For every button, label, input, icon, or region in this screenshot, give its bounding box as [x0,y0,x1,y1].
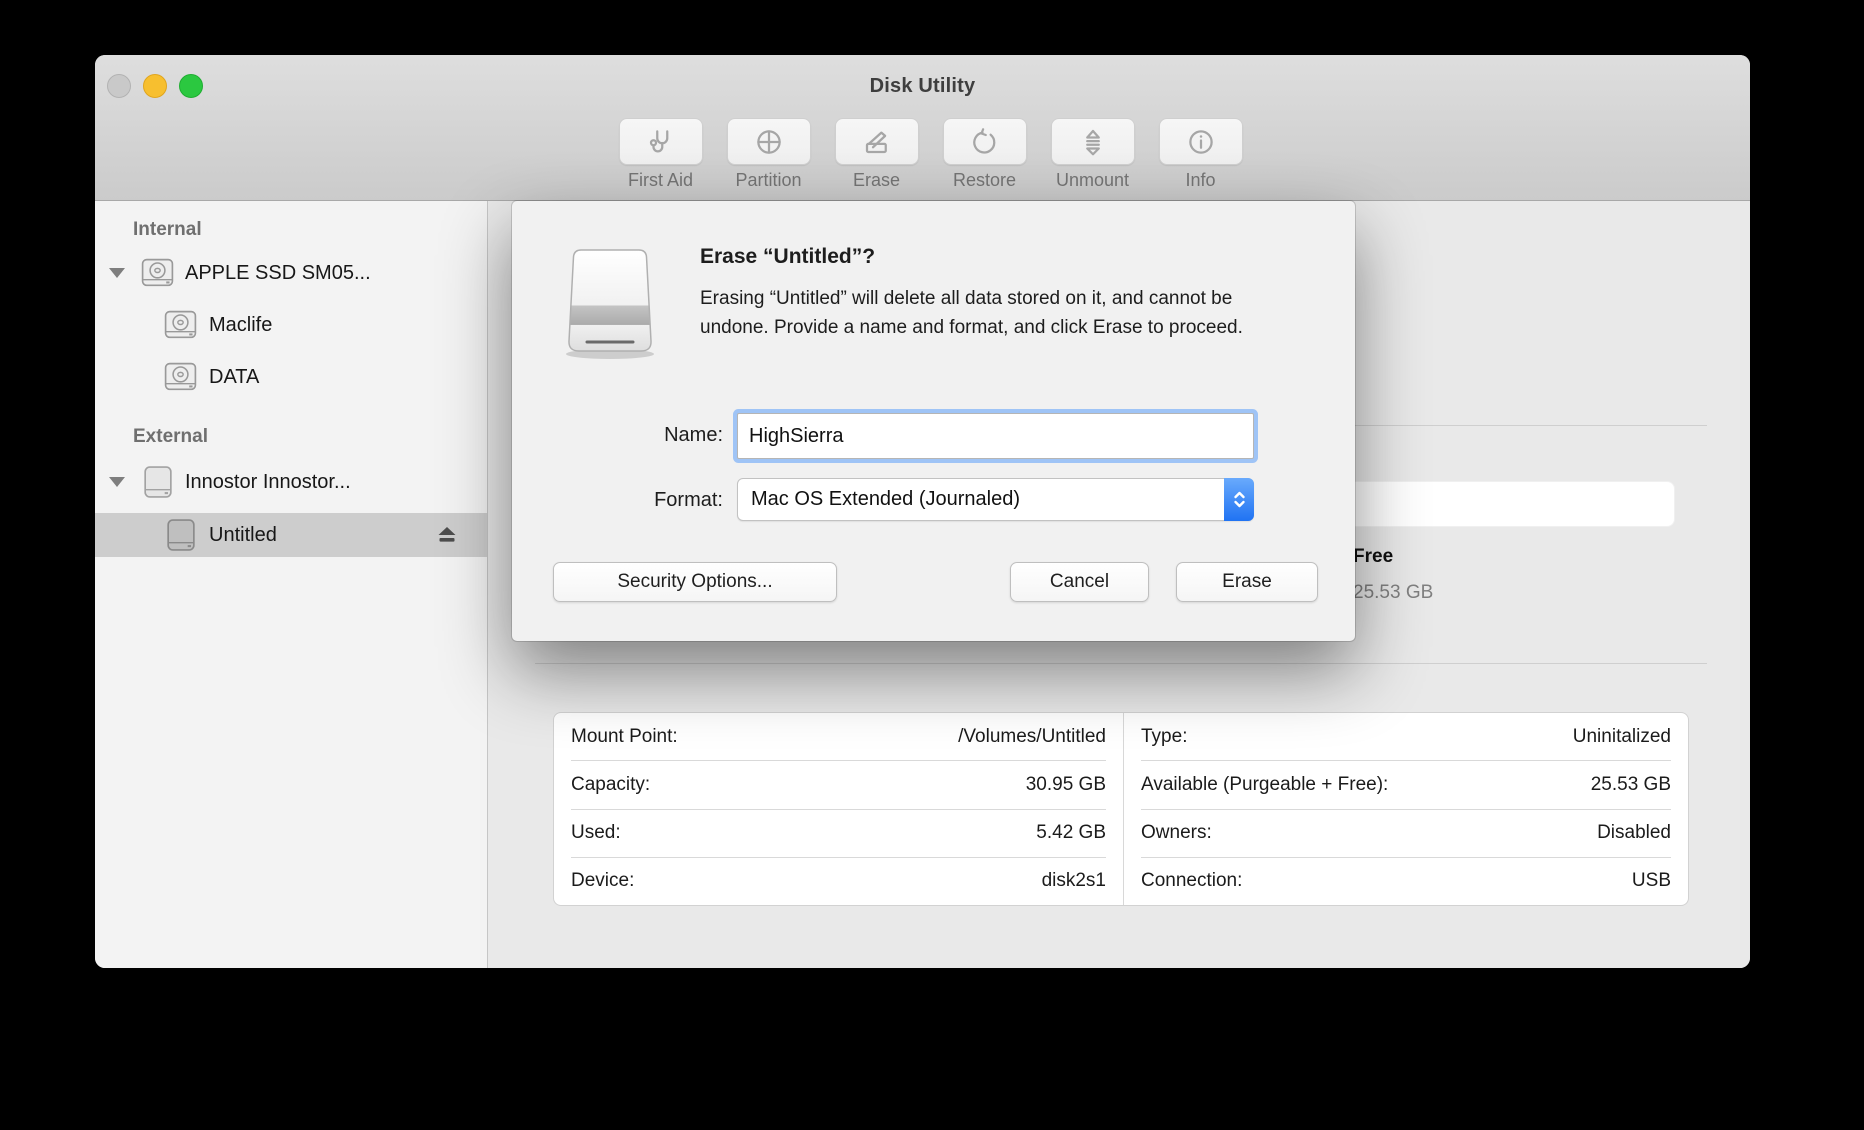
row-value: 25.53 GB [1591,774,1671,796]
partition-button[interactable] [727,118,811,165]
sidebar-item-innostor[interactable]: Innostor Innostor... [95,460,487,504]
window-title: Disk Utility [95,75,1750,98]
toolbar-item-info[interactable]: Info [1157,118,1245,191]
toolbar: First Aid Partition [617,118,1245,191]
format-select[interactable]: Mac OS Extended (Journaled) [737,478,1254,521]
row-label: Connection: [1141,870,1242,892]
disclosure-triangle-icon[interactable] [109,268,125,278]
table-row: Device: disk2s1 [571,858,1106,905]
toolbar-label: Info [1185,170,1215,191]
sidebar-section-external: External [133,426,208,448]
free-legend-value: 25.53 GB [1353,582,1433,604]
dialog-title: Erase “Untitled”? [700,245,875,269]
toolbar-label: Unmount [1056,170,1129,191]
external-drive-icon [556,245,664,361]
format-selected-value: Mac OS Extended (Journaled) [738,488,1224,511]
sidebar-item-label: Innostor Innostor... [185,471,351,494]
erase-pencil-icon [862,127,892,157]
external-disk-icon [139,464,176,501]
toolbar-label: Restore [953,170,1016,191]
toolbar-item-unmount[interactable]: Unmount [1049,118,1137,191]
info-table-left-column: Mount Point: /Volumes/Untitled Capacity:… [554,713,1124,905]
row-value: 5.42 GB [1036,822,1106,844]
toolbar-item-first-aid[interactable]: First Aid [617,118,705,191]
eject-stack-icon [1078,127,1108,157]
sidebar-item-label: Untitled [209,524,277,547]
row-value: Disabled [1597,822,1671,844]
table-row: Type: Uninitalized [1141,713,1671,761]
internal-disk-icon [162,359,199,396]
info-table-right-column: Type: Uninitalized Available (Purgeable … [1124,713,1688,905]
row-value: USB [1632,870,1671,892]
restore-arrow-icon [970,127,1000,157]
sidebar-item-data[interactable]: DATA [95,355,487,399]
erase-confirm-button[interactable]: Erase [1176,562,1318,602]
internal-disk-icon [162,307,199,344]
row-label: Owners: [1141,822,1212,844]
table-row: Available (Purgeable + Free): 25.53 GB [1141,761,1671,809]
toolbar-item-erase[interactable]: Erase [833,118,921,191]
sidebar: Internal APPLE SSD SM05... Maclife [95,201,488,968]
row-label: Available (Purgeable + Free): [1141,774,1388,796]
toolbar-label: Erase [853,170,900,191]
row-label: Type: [1141,726,1187,748]
stepper-chevrons-icon [1224,478,1254,521]
volume-icon [162,517,199,554]
toolbar-item-restore[interactable]: Restore [941,118,1029,191]
security-options-button[interactable]: Security Options... [553,562,837,602]
toolbar-label: First Aid [628,170,693,191]
sidebar-item-label: DATA [209,366,259,389]
row-label: Device: [571,870,634,892]
row-value: Uninitalized [1573,726,1671,748]
name-label: Name: [512,424,723,447]
row-label: Mount Point: [571,726,678,748]
sidebar-item-label: Maclife [209,314,272,337]
sidebar-item-label: APPLE SSD SM05... [185,262,371,285]
disk-utility-window: Disk Utility First Aid [95,55,1750,968]
info-button[interactable] [1159,118,1243,165]
sidebar-item-maclife[interactable]: Maclife [95,303,487,347]
table-row: Owners: Disabled [1141,810,1671,858]
internal-disk-icon [139,255,176,292]
cancel-button[interactable]: Cancel [1010,562,1149,602]
divider [535,663,1707,664]
toolbar-label: Partition [735,170,801,191]
sidebar-item-apple-ssd[interactable]: APPLE SSD SM05... [95,251,487,295]
row-label: Capacity: [571,774,650,796]
toolbar-item-partition[interactable]: Partition [725,118,813,191]
row-value: disk2s1 [1042,870,1106,892]
eject-icon[interactable] [436,525,458,544]
title-bar: Disk Utility First Aid [95,55,1750,201]
table-row: Mount Point: /Volumes/Untitled [571,713,1106,761]
table-row: Used: 5.42 GB [571,810,1106,858]
restore-button[interactable] [943,118,1027,165]
dialog-body-text: Erasing “Untitled” will delete all data … [700,284,1304,342]
volume-info-table: Mount Point: /Volumes/Untitled Capacity:… [553,712,1689,906]
pie-chart-icon [754,127,784,157]
unmount-button[interactable] [1051,118,1135,165]
first-aid-button[interactable] [619,118,703,165]
table-row: Capacity: 30.95 GB [571,761,1106,809]
info-icon [1186,127,1216,157]
row-value: /Volumes/Untitled [958,726,1106,748]
row-label: Used: [571,822,621,844]
row-value: 30.95 GB [1026,774,1106,796]
erase-dialog: Erase “Untitled”? Erasing “Untitled” wil… [512,201,1355,641]
name-input[interactable] [737,413,1254,459]
stethoscope-icon [646,127,676,157]
format-label: Format: [512,489,723,512]
table-row: Connection: USB [1141,858,1671,905]
sidebar-section-internal: Internal [133,219,202,241]
sidebar-item-untitled-selected[interactable]: Untitled [95,513,487,557]
erase-button-toolbar[interactable] [835,118,919,165]
free-legend-label: Free [1353,546,1393,568]
disclosure-triangle-icon[interactable] [109,477,125,487]
